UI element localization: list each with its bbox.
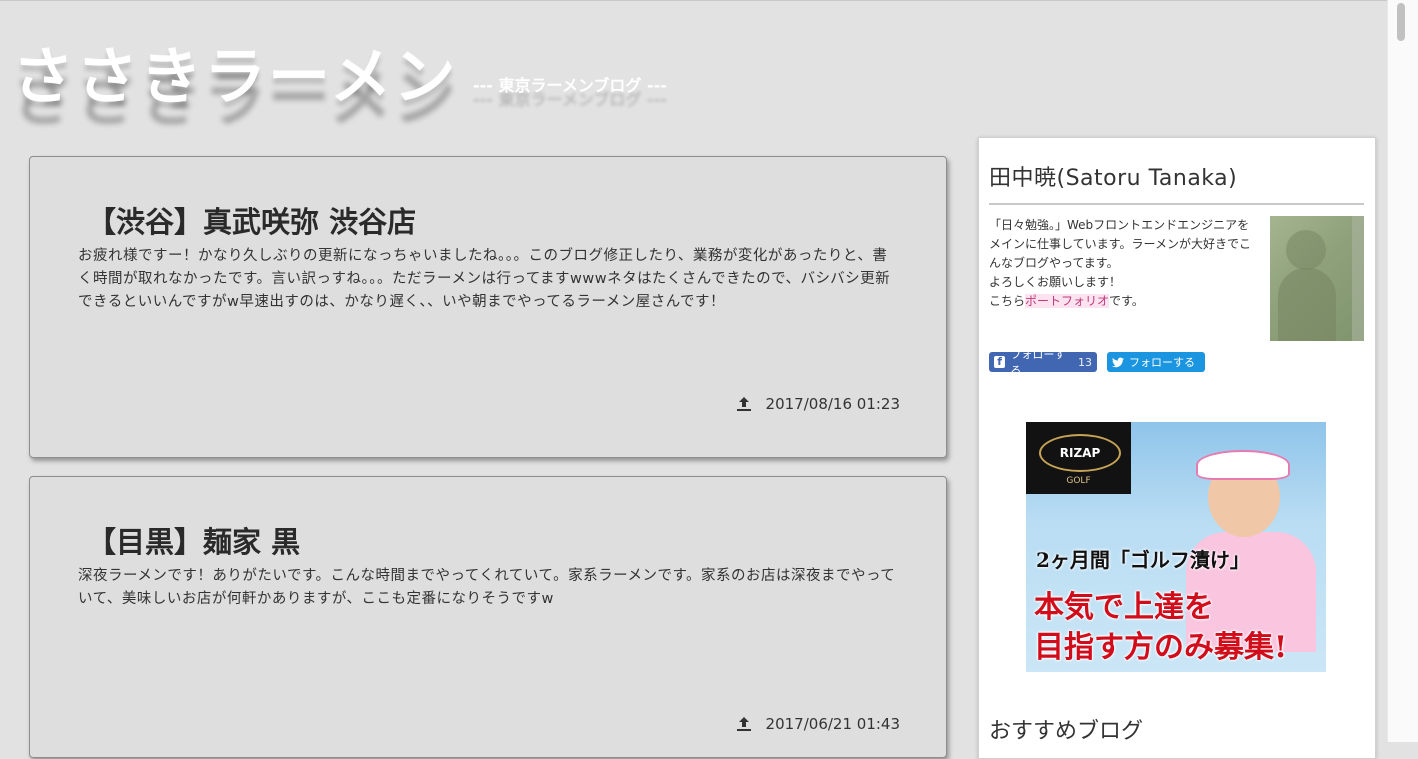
post-excerpt: お疲れ様ですー！かなり久しぶりの更新になっちゃいましたね。。。このブログ修正した… xyxy=(78,248,891,310)
site-subtitle: --- 東京ラーメンブログ --- xyxy=(473,76,667,95)
profile-description: 「日々勉強。」Webフロントエンドエンジニアをメインに仕事しています。ラーメンが… xyxy=(989,216,1251,311)
ad-tagline: 2ヶ月間「ゴルフ漬け」 xyxy=(1036,548,1250,572)
profile-intro: 「日々勉強。」Webフロントエンドエンジニアをメインに仕事しています。ラーメンが… xyxy=(989,218,1251,270)
post-date-text: 2017/08/16 01:23 xyxy=(765,395,900,413)
post-date-text: 2017/06/21 01:43 xyxy=(765,715,900,733)
profile-avatar xyxy=(1270,216,1364,341)
profile-greeting: よろしくお願いします！ xyxy=(989,275,1122,289)
avatar-head xyxy=(1286,230,1326,270)
profile-suffix: です。 xyxy=(1109,294,1144,308)
avatar-body xyxy=(1278,268,1336,341)
profile-prefix: こちら xyxy=(989,294,1026,308)
twitter-follow-label: フォローする xyxy=(1129,356,1195,369)
sidebar: 田中暁(Satoru Tanaka) 「日々勉強。」Webフロントエンドエンジニ… xyxy=(978,137,1376,759)
facebook-follow-button[interactable]: f フォローする 13 xyxy=(989,348,1097,377)
ad-headline-1: 本気で上達を xyxy=(1034,590,1214,625)
post-excerpt: 深夜ラーメンです！ありがたいです。こんな時間までやってくれていて。家系ラーメンで… xyxy=(78,568,896,607)
post-date: 2017/06/21 01:43 xyxy=(736,715,900,733)
ad-headline-2: 目指す方のみ募集! xyxy=(1034,630,1288,665)
post-date: 2017/08/16 01:23 xyxy=(736,395,900,413)
facebook-follow-count: 13 xyxy=(1078,355,1092,369)
post-title[interactable]: 【渋谷】真武咲弥 渋谷店 xyxy=(87,199,416,241)
twitter-icon xyxy=(1112,357,1124,367)
profile-name: 田中暁(Satoru Tanaka) xyxy=(989,166,1238,191)
post-card[interactable]: 【渋谷】真武咲弥 渋谷店 お疲れ様ですー！かなり久しぶりの更新になっちゃいました… xyxy=(29,156,947,458)
divider xyxy=(989,203,1364,205)
post-title[interactable]: 【目黒】麺家 黒 xyxy=(87,519,300,561)
upload-icon xyxy=(736,717,751,731)
avatar-edge xyxy=(1352,216,1364,341)
ad-brand-sub: GOLF xyxy=(1066,476,1091,486)
top-border xyxy=(0,0,1388,1)
ad-logo: RIZAP GOLF xyxy=(1026,422,1131,494)
upload-icon xyxy=(736,397,751,411)
facebook-follow-label: フォローする xyxy=(1010,348,1066,377)
ad-banner[interactable]: RIZAP GOLF 2ヶ月間「ゴルフ漬け」 本気で上達を 目指す方のみ募集! xyxy=(1026,422,1326,672)
scrollbar[interactable] xyxy=(1387,0,1418,742)
ad-brand: RIZAP xyxy=(1039,434,1121,472)
facebook-icon: f xyxy=(994,356,1006,368)
twitter-follow-button[interactable]: フォローする xyxy=(1107,352,1205,372)
scrollbar-thumb[interactable] xyxy=(1397,3,1405,41)
portfolio-link[interactable]: ポートフォリオ xyxy=(1025,294,1110,308)
ad-golfer-visor xyxy=(1196,450,1290,480)
post-card[interactable]: 【目黒】麺家 黒 深夜ラーメンです！ありがたいです。こんな時間までやってくれてい… xyxy=(29,476,947,758)
site-title[interactable]: ささきラーメン xyxy=(12,26,458,116)
recommend-heading: おすすめブログ xyxy=(989,719,1144,744)
